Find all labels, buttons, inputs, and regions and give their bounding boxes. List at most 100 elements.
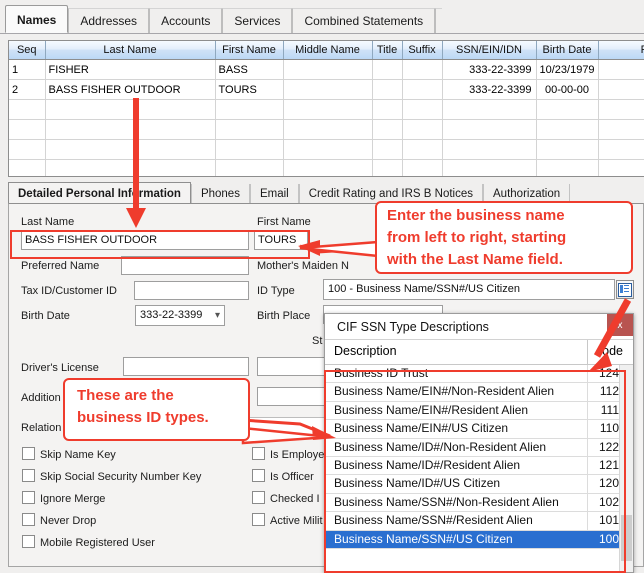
header-divider [587, 340, 588, 365]
table-row[interactable] [9, 139, 644, 160]
top-tab-row: Names Addresses Accounts Services Combin… [5, 5, 442, 33]
annotation-highlight-name-fields [10, 230, 310, 259]
checkbox-box-icon [252, 469, 265, 482]
col-header-code[interactable]: ode [602, 344, 623, 358]
checkbox-box-icon [22, 535, 35, 548]
checkbox-skip-name-key[interactable]: Skip Name Key [22, 447, 116, 461]
callout-line-1: Enter the business name [387, 207, 565, 224]
cell-suffix [402, 79, 443, 100]
cell-middle-name [283, 59, 373, 80]
col-header-birth-date[interactable]: Birth Date [536, 41, 599, 60]
tab-combined-statements[interactable]: Combined Statements [292, 8, 436, 33]
tab-services[interactable]: Services [222, 8, 293, 33]
col-header-suffix[interactable]: Suffix [402, 41, 443, 60]
cell-seq: 2 [9, 79, 46, 100]
col-header-first-name[interactable]: First Name [215, 41, 284, 60]
checkbox-label: Is Officer [270, 471, 314, 483]
checkbox-label: Ignore Merge [40, 493, 106, 505]
label-id-type: ID Type [257, 285, 295, 297]
tab-phones[interactable]: Phones [190, 184, 250, 204]
col-header-title[interactable]: Title [372, 41, 403, 60]
col-header-last-name[interactable]: Last Name [45, 41, 216, 60]
checkbox-box-icon [252, 447, 265, 460]
checkbox-mobile-registered-user[interactable]: Mobile Registered User [22, 535, 155, 549]
id-type-select[interactable]: 100 - Business Name/SSN#/US Citizen [323, 279, 615, 300]
checkbox-ignore-merge[interactable]: Ignore Merge [22, 491, 105, 505]
drivers-license-input[interactable] [123, 357, 249, 376]
checkbox-checked-id[interactable]: Checked I [252, 491, 320, 505]
checkbox-skip-ssn-key[interactable]: Skip Social Security Number Key [22, 469, 201, 483]
label-birth-place: Birth Place [257, 310, 311, 322]
birth-date-select[interactable]: 333-22-3399 ▾ [135, 305, 225, 326]
checkbox-label: Skip Social Security Number Key [40, 471, 202, 483]
col-header-ssn[interactable]: SSN/EIN/IDN [442, 41, 537, 60]
callout-line-3: with the Last Name field. [387, 251, 563, 268]
cell-relation [598, 79, 644, 100]
tab-accounts[interactable]: Accounts [149, 8, 223, 33]
tab-email[interactable]: Email [249, 184, 299, 204]
id-type-lookup-button[interactable] [616, 280, 634, 299]
checkbox-label: Active Milit [270, 515, 323, 527]
names-grid[interactable]: Seq Last Name First Name Middle Name Tit… [8, 40, 644, 177]
checkbox-box-icon [252, 491, 265, 504]
chevron-down-icon: ▾ [214, 310, 220, 321]
label-last-name: Last Name [21, 216, 75, 228]
checkbox-active-military[interactable]: Active Milit [252, 513, 323, 527]
label-state: St [312, 335, 323, 347]
checkbox-box-icon [252, 513, 265, 526]
annotation-highlight-id-list [324, 370, 626, 573]
table-row[interactable]: 1 FISHER BASS 333-22-3399 10/23/1979 [9, 59, 644, 80]
birth-date-value: 333-22-3399 [140, 309, 203, 321]
checkbox-label: Skip Name Key [40, 449, 116, 461]
cell-suffix [402, 59, 443, 80]
cell-birth-date: 00-00-00 [536, 79, 599, 100]
callout-line-2: business ID types. [77, 409, 209, 426]
checkbox-is-employee[interactable]: Is Employee [252, 447, 331, 461]
names-table: Seq Last Name First Name Middle Name Tit… [9, 41, 644, 176]
tab-addresses[interactable]: Addresses [68, 8, 150, 33]
label-birth-date: Birth Date [21, 310, 70, 322]
label-relation: Relation [21, 422, 62, 434]
dialog-list-header: Description ode [325, 340, 633, 365]
table-row[interactable] [9, 159, 644, 176]
dialog-title: CIF SSN Type Descriptions [325, 314, 633, 340]
checkbox-box-icon [22, 469, 35, 482]
tab-names[interactable]: Names [5, 5, 69, 33]
col-header-seq[interactable]: Seq [9, 41, 46, 60]
cell-relation [598, 59, 644, 80]
table-row[interactable] [9, 119, 644, 140]
application-window: Names Addresses Accounts Services Combin… [0, 0, 644, 573]
checkbox-label: Checked I [270, 493, 320, 505]
cell-birth-date: 10/23/1979 [536, 59, 599, 80]
label-tax-id: Tax ID/Customer ID [21, 285, 117, 297]
cell-middle-name [283, 79, 373, 100]
col-header-relation[interactable]: Relat [598, 41, 644, 60]
cell-title [372, 79, 403, 100]
tab-detailed-personal-information[interactable]: Detailed Personal Information [8, 182, 191, 204]
cell-ssn: 333-22-3399 [442, 79, 537, 100]
cell-ssn: 333-22-3399 [442, 59, 537, 80]
callout-business-id-types: These are the business ID types. [63, 378, 250, 441]
cell-title [372, 59, 403, 80]
cell-last-name: FISHER [45, 59, 216, 80]
label-first-name: First Name [257, 216, 311, 228]
callout-line-2: from left to right, starting [387, 229, 567, 246]
cell-last-name: BASS FISHER OUTDOOR [45, 79, 216, 100]
checkbox-box-icon [22, 513, 35, 526]
checkbox-never-drop[interactable]: Never Drop [22, 513, 96, 527]
cell-seq: 1 [9, 59, 46, 80]
tab-overflow-divider [435, 8, 442, 33]
col-header-middle-name[interactable]: Middle Name [283, 41, 373, 60]
table-row[interactable] [9, 99, 644, 120]
checkbox-is-officer[interactable]: Is Officer [252, 469, 314, 483]
callout-line-1: These are the [77, 387, 174, 404]
checkbox-box-icon [22, 491, 35, 504]
table-row[interactable]: 2 BASS FISHER OUTDOOR TOURS 333-22-3399 … [9, 79, 644, 100]
label-drivers-license: Driver's License [21, 362, 99, 374]
checkbox-label: Never Drop [40, 515, 97, 527]
label-additional: Addition [21, 392, 61, 404]
close-icon[interactable]: x [607, 314, 633, 336]
tax-id-input[interactable] [134, 281, 249, 300]
col-header-description[interactable]: Description [334, 344, 397, 358]
names-table-header-row: Seq Last Name First Name Middle Name Tit… [9, 41, 644, 60]
